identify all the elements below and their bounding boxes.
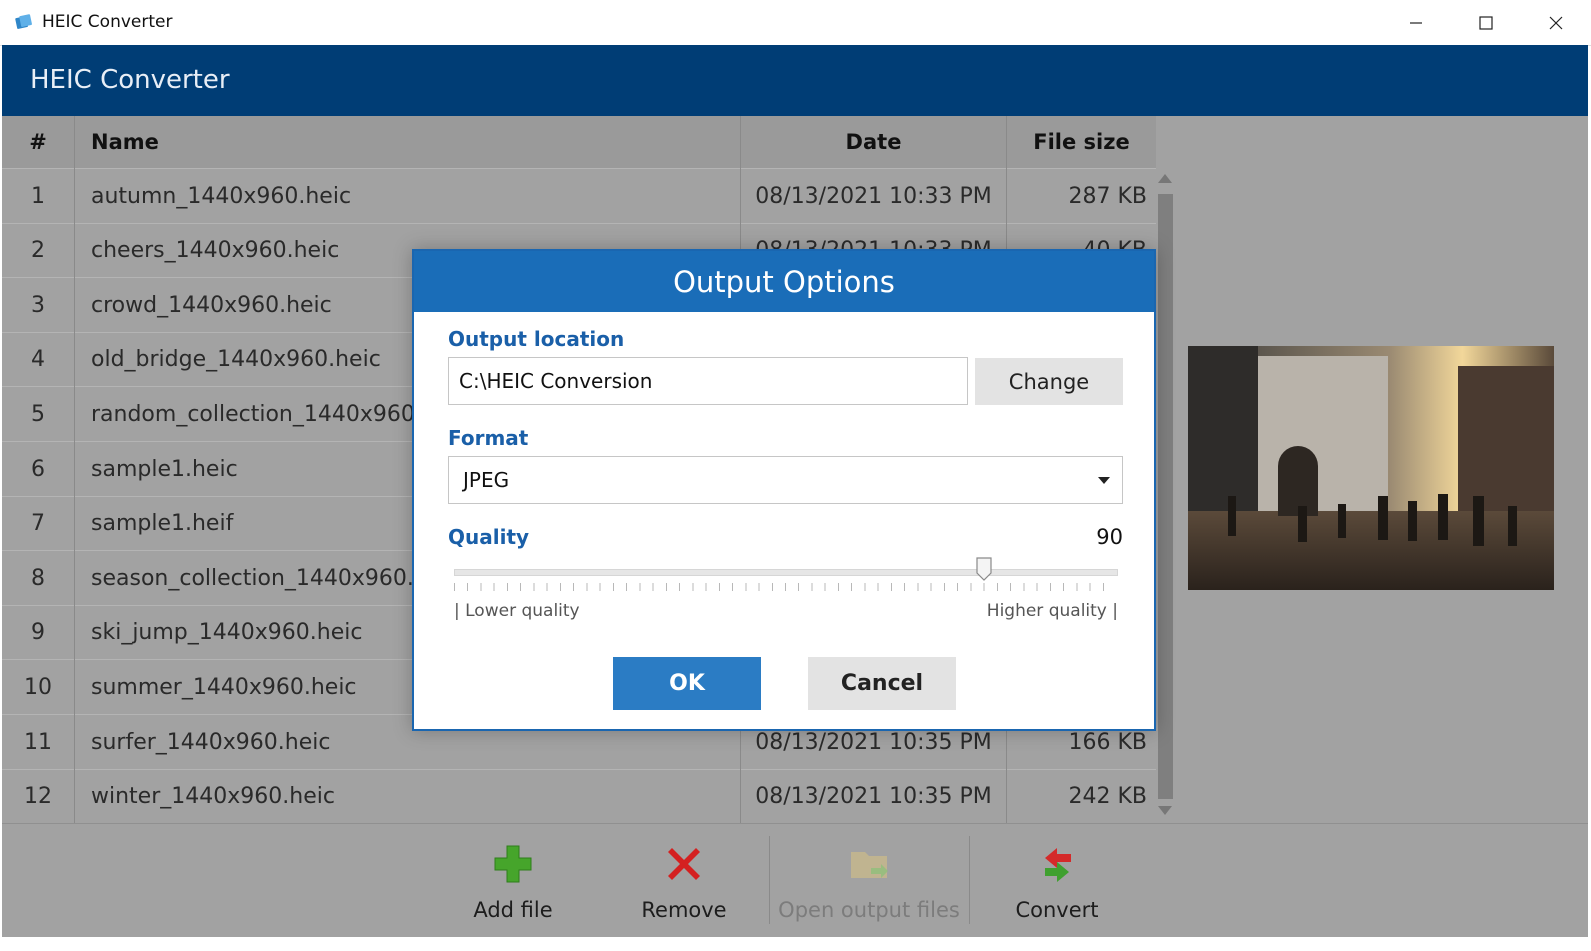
dialog-title: Output Options [414,251,1154,312]
quality-value: 90 [1096,525,1123,549]
close-button[interactable] [1521,0,1591,45]
toolbar-separator [769,836,770,924]
scroll-down-arrow[interactable] [1158,806,1172,815]
column-header-name[interactable]: Name [75,116,740,168]
slider-ticks [454,583,1116,591]
column-divider [74,116,75,823]
cancel-button[interactable]: Cancel [808,657,956,710]
column-header-date[interactable]: Date [741,116,1006,168]
file-date: 08/13/2021 10:35 PM [755,784,992,810]
minimize-icon [1410,21,1422,24]
row-number: 7 [31,511,45,537]
add-file-label: Add file [473,898,553,922]
row-number: 3 [31,292,45,318]
quality-slider[interactable] [454,557,1118,597]
file-name: winter_1440x960.heic [91,784,335,810]
convert-button[interactable]: Convert [987,824,1127,938]
column-header-file-size[interactable]: File size [1007,116,1156,168]
minimize-button[interactable] [1381,0,1451,45]
open-output-files-button[interactable]: Open output files [778,824,960,938]
close-icon [1549,16,1563,29]
file-size: 287 KB [1068,183,1147,209]
row-number: 1 [31,183,45,209]
format-label: Format [448,426,529,450]
folder-icon [851,852,888,878]
convert-label: Convert [1015,898,1099,922]
row-number: 11 [24,729,52,755]
image-preview [1188,346,1554,590]
row-number: 10 [24,674,52,700]
chevron-down-icon [1098,477,1110,484]
plus-icon [494,845,532,883]
scrollbar-thumb[interactable] [1158,194,1173,799]
remove-label: Remove [641,898,727,922]
x-icon [668,848,700,880]
slider-thumb[interactable] [975,557,992,581]
format-select[interactable]: JPEG [448,456,1123,504]
app-header-title: HEIC Converter [30,65,230,95]
row-number: 6 [31,456,45,482]
table-row[interactable]: 12 winter_1440x960.heic 08/13/2021 10:35 P… [2,768,1156,824]
ok-button[interactable]: OK [613,657,761,710]
table-scrollbar[interactable] [1156,174,1174,822]
lower-quality-label: | Lower quality [454,601,580,621]
format-value: JPEG [463,468,510,492]
row-number: 12 [24,784,52,810]
bottom-toolbar: Add file Remove Open output files Conver… [2,823,1588,938]
scroll-up-arrow[interactable] [1158,174,1172,183]
remove-button[interactable]: Remove [619,824,749,938]
output-location-field[interactable]: C:\HEIC Conversion [448,357,968,405]
higher-quality-label: Higher quality | [986,601,1118,621]
change-button[interactable]: Change [975,358,1123,405]
row-number: 8 [31,565,45,591]
status-bar [0,937,1591,951]
row-number: 5 [31,401,45,427]
file-name: autumn_1440x960.heic [91,183,352,209]
table-row[interactable]: 1 autumn_1440x960.heic 08/13/2021 10:33 PM… [2,168,1156,223]
arrows-icon [1045,848,1071,882]
row-number: 2 [31,238,45,264]
quality-label: Quality [448,525,530,549]
output-location-label: Output location [448,327,625,351]
app-header: HEIC Converter [2,45,1588,116]
maximize-icon [1479,15,1493,30]
title-bar: HEIC Converter [0,0,1591,46]
maximize-button[interactable] [1451,0,1521,45]
window-title: HEIC Converter [42,12,173,32]
add-file-button[interactable]: Add file [448,824,578,938]
output-location-value: C:\HEIC Conversion [459,369,653,393]
open-output-files-label: Open output files [778,898,960,922]
file-date: 08/13/2021 10:33 PM [755,183,992,209]
toolbar-separator [969,836,970,924]
slider-track [454,569,1118,576]
row-number: 9 [31,620,45,646]
app-icon [15,14,32,29]
column-header-number[interactable]: # [2,116,74,168]
output-options-dialog: Output Options Output location C:\HEIC C… [412,249,1156,731]
row-number: 4 [31,347,45,373]
file-size: 242 KB [1068,784,1147,810]
